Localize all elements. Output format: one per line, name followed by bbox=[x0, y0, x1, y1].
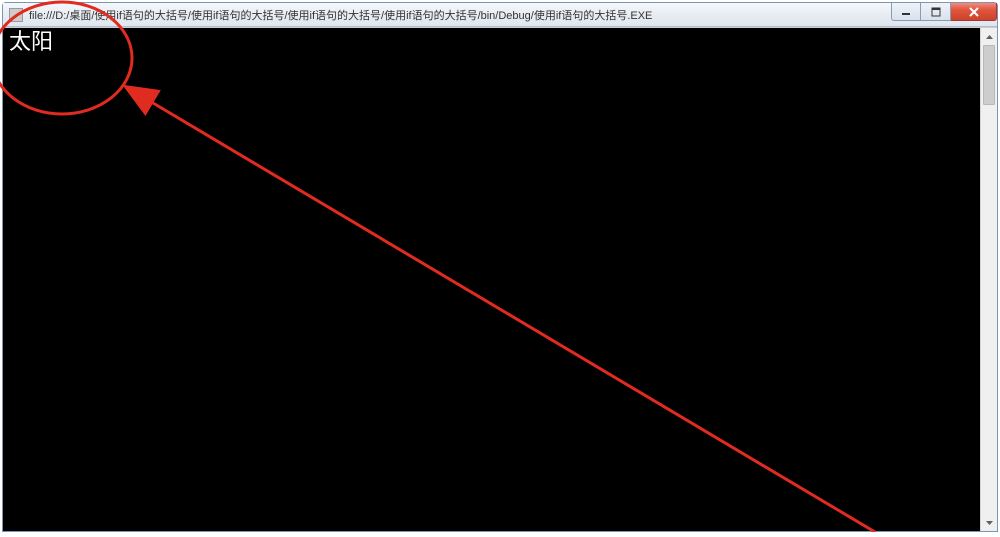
minimize-button[interactable] bbox=[891, 3, 921, 21]
window-title: file:///D:/桌面/使用if语句的大括号/使用if语句的大括号/使用if… bbox=[29, 7, 997, 23]
window-controls bbox=[891, 3, 997, 21]
close-button[interactable] bbox=[951, 3, 997, 21]
titlebar[interactable]: file:///D:/桌面/使用if语句的大括号/使用if语句的大括号/使用if… bbox=[3, 3, 997, 27]
scroll-up-button[interactable] bbox=[981, 28, 997, 45]
scroll-down-button[interactable] bbox=[981, 514, 997, 531]
client-area: 太阳 bbox=[3, 27, 997, 531]
console-text: 太阳 bbox=[9, 31, 53, 56]
vertical-scrollbar[interactable] bbox=[980, 28, 997, 531]
application-window: file:///D:/桌面/使用if语句的大括号/使用if语句的大括号/使用if… bbox=[2, 2, 998, 532]
console-output-area: 太阳 bbox=[3, 28, 980, 531]
minimize-icon bbox=[901, 7, 911, 17]
maximize-button[interactable] bbox=[921, 3, 951, 21]
chevron-up-icon bbox=[986, 35, 993, 39]
app-icon bbox=[9, 8, 23, 22]
maximize-icon bbox=[931, 7, 941, 17]
chevron-down-icon bbox=[986, 521, 993, 525]
scroll-track[interactable] bbox=[981, 45, 997, 514]
scroll-thumb[interactable] bbox=[983, 45, 995, 105]
close-icon bbox=[968, 7, 980, 17]
